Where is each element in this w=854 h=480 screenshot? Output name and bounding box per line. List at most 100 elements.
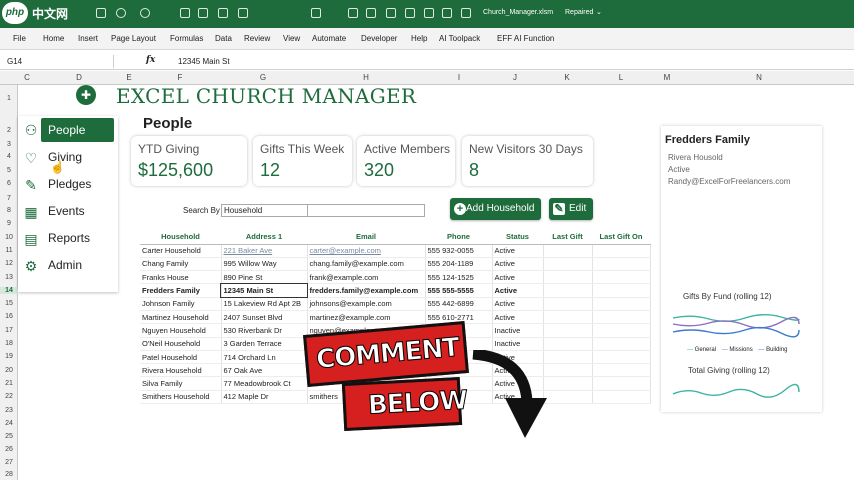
table-cell[interactable] (543, 283, 593, 298)
table-cell[interactable]: martinez@example.com (307, 310, 426, 325)
row-header[interactable]: 1 (0, 95, 18, 102)
row-header[interactable]: 4 (0, 153, 18, 160)
table-cell[interactable]: Fredders Family (140, 283, 222, 298)
row-header[interactable]: 19 (0, 353, 18, 360)
table-cell[interactable]: Active (492, 257, 544, 272)
table-cell[interactable]: 555 204-1189 (425, 257, 493, 272)
column-header[interactable]: C (24, 73, 30, 82)
table-cell[interactable] (592, 257, 651, 272)
table-row[interactable]: Carter Household 221 Baker Ave carter@ex… (140, 244, 651, 258)
quick-access-icon[interactable] (238, 8, 248, 18)
table-cell[interactable]: 2407 Sunset Blvd (221, 310, 308, 325)
table-cell[interactable] (592, 244, 651, 258)
save-icon[interactable] (96, 8, 106, 18)
tab-help[interactable]: Help (411, 34, 427, 43)
table-cell[interactable] (543, 297, 593, 311)
tab-page-layout[interactable]: Page Layout (111, 34, 156, 43)
sheet-icon[interactable] (386, 8, 396, 18)
filter-icon[interactable] (424, 8, 434, 18)
fx-icon[interactable]: fx (146, 55, 155, 65)
table-cell[interactable] (592, 350, 651, 365)
column-header[interactable]: K (564, 73, 569, 82)
table-row[interactable]: Martinez Household 2407 Sunset Blvd mart… (140, 310, 651, 325)
table-cell[interactable]: 221 Baker Ave (221, 244, 308, 258)
row-header[interactable]: 8 (0, 207, 18, 214)
row-header[interactable]: 6 (0, 180, 18, 187)
table-cell[interactable] (592, 376, 651, 391)
table-cell[interactable] (543, 350, 593, 365)
tab-eff-ai-function[interactable]: EFF AI Function (497, 34, 554, 43)
table-cell[interactable]: 3 Garden Terrace (221, 337, 308, 351)
row-header[interactable]: 24 (0, 420, 18, 427)
column-header[interactable]: M (664, 73, 671, 82)
table-cell[interactable]: 555 555-5555 (425, 283, 493, 298)
table-cell[interactable] (543, 310, 593, 325)
tab-file[interactable]: File (13, 34, 26, 43)
table-cell[interactable] (592, 297, 651, 311)
row-header[interactable]: 22 (0, 393, 18, 400)
row-header[interactable]: 15 (0, 300, 18, 307)
table-cell[interactable]: 714 Orchard Ln (221, 350, 308, 365)
column-header[interactable]: F (178, 73, 183, 82)
table-cell[interactable] (543, 363, 593, 378)
row-header[interactable]: 5 (0, 167, 18, 174)
undo-icon[interactable] (116, 8, 126, 18)
table-cell[interactable]: Johnson Family (140, 297, 222, 311)
column-header[interactable]: J (513, 73, 517, 82)
table-cell[interactable]: 412 Maple Dr (221, 390, 308, 405)
table-cell[interactable]: Patel Household (140, 350, 222, 365)
row-header[interactable]: 9 (0, 220, 18, 227)
table-cell[interactable]: Active (492, 310, 544, 325)
table-cell[interactable]: 15 Lakeview Rd Apt 2B (221, 297, 308, 311)
redo-icon[interactable] (140, 8, 150, 18)
table-cell[interactable] (543, 376, 593, 391)
table-header[interactable]: Email (307, 230, 425, 245)
mail-icon[interactable] (405, 8, 415, 18)
grid-icon[interactable] (348, 8, 358, 18)
sidebar-item-pledges[interactable]: ✎ Pledges (18, 173, 118, 197)
table-cell[interactable]: O'Neil Household (140, 337, 222, 351)
edit-button[interactable]: ✎ Edit (549, 198, 593, 220)
tab-automate[interactable]: Automate (312, 34, 346, 43)
table-cell[interactable]: Active (492, 297, 544, 311)
chevron-down-icon[interactable]: ⌄ (596, 8, 602, 16)
table-cell[interactable] (543, 244, 593, 258)
camera-icon[interactable] (366, 8, 376, 18)
tab-insert[interactable]: Insert (78, 34, 98, 43)
column-header[interactable]: G (260, 73, 266, 82)
column-header[interactable]: I (458, 73, 460, 82)
search-by-value[interactable]: Household (224, 206, 262, 215)
table-cell[interactable] (543, 323, 593, 338)
row-header[interactable]: 21 (0, 380, 18, 387)
table-row[interactable]: Franks House 890 Pine St frank@example.c… (140, 270, 651, 285)
sidebar-item-admin[interactable]: ⚙ Admin (18, 254, 118, 278)
table-cell[interactable]: Inactive (492, 337, 544, 351)
table-row-selected[interactable]: Fredders Family 12345 Main St fredders.f… (140, 282, 651, 299)
column-header[interactable]: L (619, 73, 623, 82)
add-household-button[interactable]: + Add Household (450, 198, 541, 220)
table-cell[interactable]: 995 Willow Way (221, 257, 308, 272)
table-cell[interactable]: 555 442-6899 (425, 297, 493, 311)
row-header[interactable]: 7 (0, 195, 18, 202)
table-cell[interactable] (543, 337, 593, 351)
tab-review[interactable]: Review (244, 34, 270, 43)
table-header[interactable]: Last Gift (543, 230, 592, 245)
row-header[interactable]: 10 (0, 234, 18, 241)
sidebar-item-events[interactable]: ▦ Events (18, 200, 118, 224)
row-header[interactable]: 12 (0, 260, 18, 267)
customize-icon[interactable] (461, 8, 471, 18)
table-cell[interactable]: johnsons@example.com (307, 297, 426, 311)
formula-input[interactable]: 12345 Main St (178, 55, 230, 68)
table-cell[interactable] (592, 323, 651, 338)
column-header[interactable]: E (126, 73, 131, 82)
sidebar-item-giving[interactable]: ♡ Giving (18, 146, 118, 170)
row-header[interactable]: 25 (0, 433, 18, 440)
table-header[interactable]: Address 1 (221, 230, 307, 245)
table-cell[interactable]: 890 Pine St (221, 270, 308, 285)
sidebar-item-reports[interactable]: ▤ Reports (18, 227, 118, 251)
tab-developer[interactable]: Developer (361, 34, 397, 43)
table-cell[interactable] (592, 337, 651, 351)
row-header[interactable]: 28 (0, 471, 18, 478)
sidebar-item-people[interactable]: ⚇ People (18, 118, 118, 142)
table-cell[interactable] (543, 390, 593, 405)
